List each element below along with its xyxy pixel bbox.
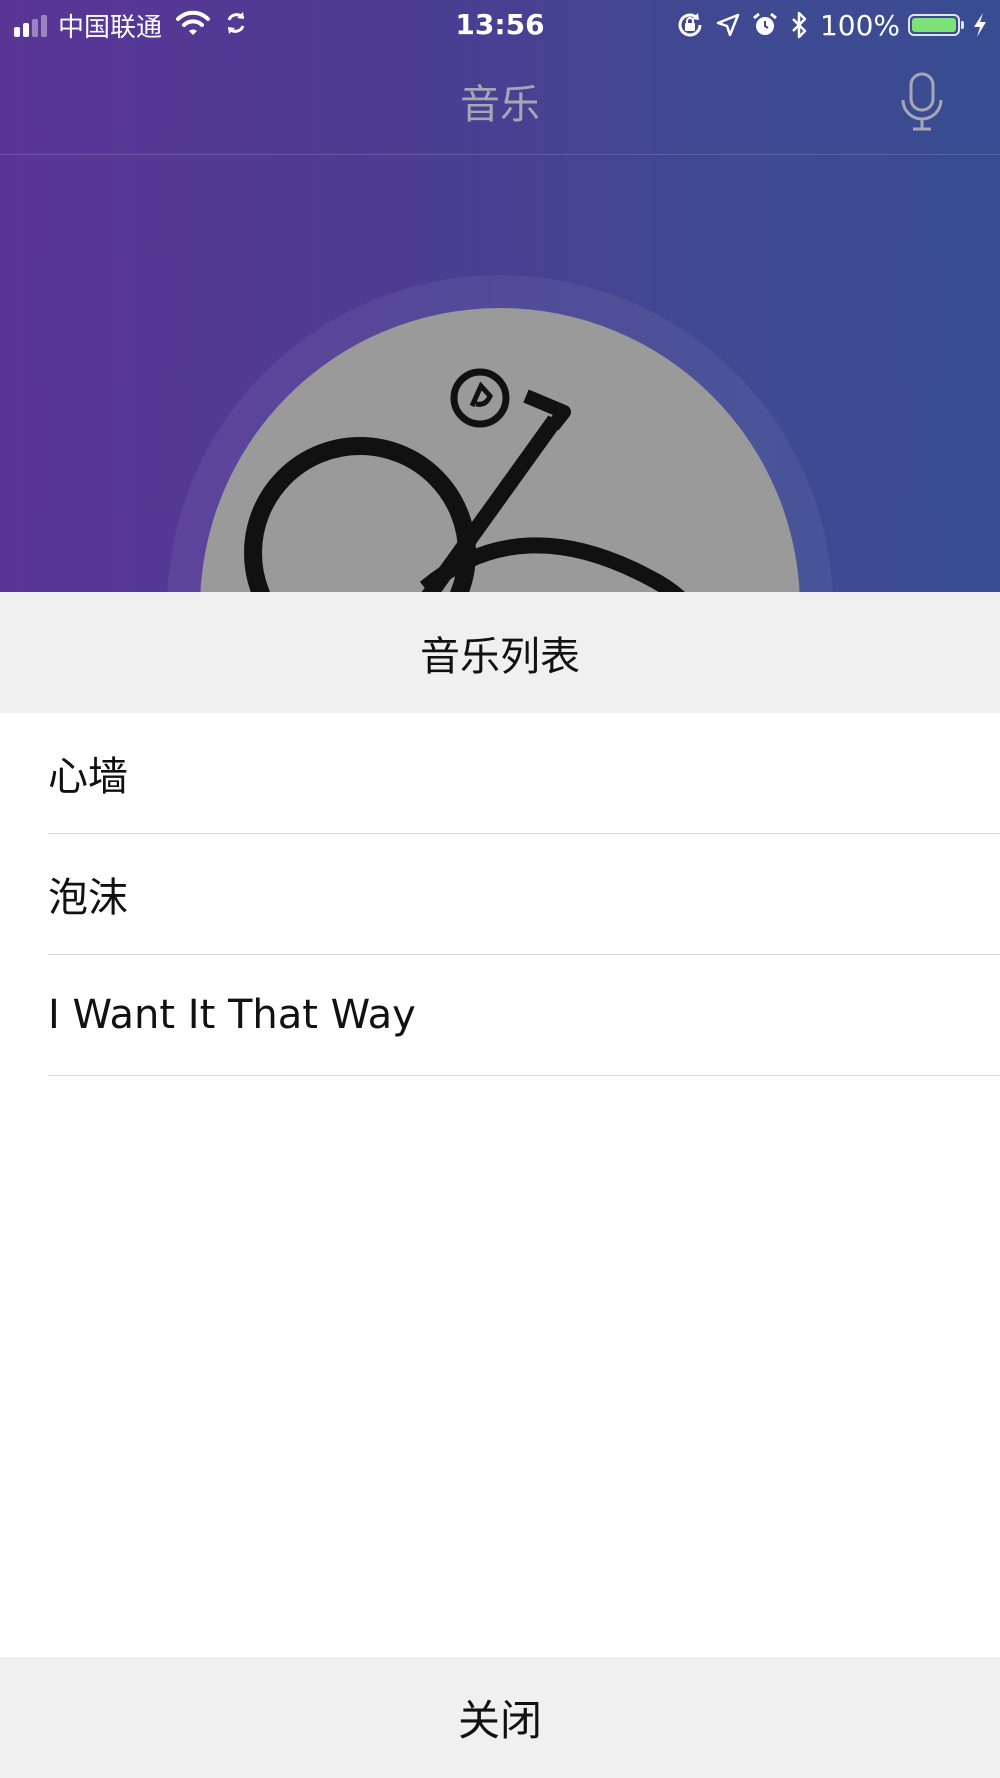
close-button[interactable]: 关闭 [0, 1657, 1000, 1778]
battery-percentage: 100% [819, 8, 900, 42]
location-icon [716, 13, 740, 37]
music-list-title: 音乐列表 [0, 592, 1000, 713]
status-right: 100% [664, 8, 988, 42]
navigation-bar: 音乐 [0, 50, 1000, 155]
player-background: 中国联通 13:56 100% 音乐 [0, 0, 1000, 592]
charging-icon [972, 12, 988, 38]
status-bar: 中国联通 13:56 100% [0, 0, 1000, 50]
bluetooth-icon [790, 11, 808, 39]
rotation-lock-icon [676, 11, 704, 39]
list-item[interactable]: I Want It That Way [48, 955, 1000, 1076]
list-item[interactable]: 心墙 [48, 713, 1000, 834]
album-cover[interactable] [200, 308, 800, 592]
battery-icon [908, 14, 964, 36]
page-title: 音乐 [460, 82, 540, 128]
song-list: 心墙 泡沫 I Want It That Way [0, 713, 1000, 1076]
music-list-sheet: 音乐列表 心墙 泡沫 I Want It That Way 关闭 [0, 592, 1000, 1778]
microphone-icon[interactable] [900, 72, 944, 132]
album-cover-logo [244, 368, 685, 592]
alarm-icon [752, 12, 778, 38]
list-item[interactable]: 泡沫 [48, 834, 1000, 955]
